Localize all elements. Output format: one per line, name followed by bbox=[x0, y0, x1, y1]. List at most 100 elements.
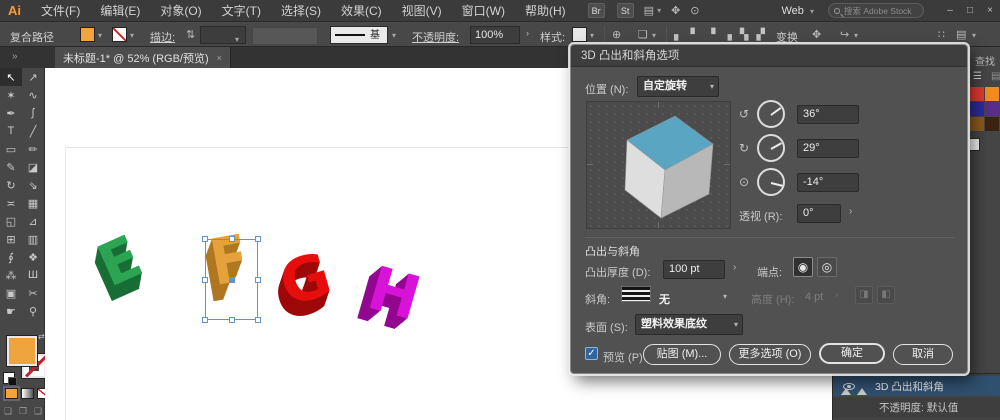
bevel-value[interactable]: 无 bbox=[659, 291, 670, 307]
align-icon[interactable]: ▘ bbox=[690, 28, 698, 41]
fill-proxy[interactable] bbox=[7, 336, 37, 366]
chevron-down-icon[interactable]: ▾ bbox=[723, 292, 727, 301]
stroke-color-swatch[interactable] bbox=[112, 27, 127, 42]
direct-selection-tool[interactable]: ↗ bbox=[22, 68, 44, 86]
disclosure-triangle[interactable] bbox=[841, 388, 851, 395]
paintbrush-tool[interactable]: ✏ bbox=[22, 140, 44, 158]
menu-item[interactable]: 视图(V) bbox=[392, 4, 452, 18]
swatch[interactable] bbox=[985, 87, 999, 101]
hand-tool[interactable]: ☛ bbox=[0, 302, 22, 320]
cube-preview[interactable] bbox=[587, 102, 732, 228]
blend-tool[interactable]: ❖ bbox=[22, 248, 44, 266]
stroke-stepper[interactable]: ⇅ bbox=[186, 28, 195, 41]
list-view-icon[interactable]: ☰ bbox=[973, 71, 982, 82]
align-icon[interactable]: ▗ bbox=[723, 28, 731, 41]
search-input[interactable]: 搜索 Adobe Stock bbox=[828, 3, 924, 18]
menu-item[interactable]: 窗口(W) bbox=[452, 4, 515, 18]
curvature-tool[interactable]: ∫ bbox=[22, 104, 44, 122]
align-icon[interactable]: ▞ bbox=[756, 28, 764, 41]
swatch[interactable] bbox=[970, 87, 984, 101]
z-rotation-field[interactable]: -14° bbox=[797, 173, 859, 192]
swatch[interactable] bbox=[985, 117, 999, 131]
type-tool[interactable]: T bbox=[0, 122, 22, 140]
letter-E[interactable]: E bbox=[90, 226, 150, 295]
zoom-tool[interactable]: ⚲ bbox=[22, 302, 44, 320]
swatch[interactable] bbox=[970, 102, 984, 116]
map-art-button[interactable]: 贴图 (M)... bbox=[643, 344, 721, 365]
selection-handle[interactable] bbox=[202, 317, 208, 323]
selection-handle[interactable] bbox=[229, 236, 235, 242]
cap-on-button[interactable]: ◉ bbox=[793, 257, 813, 277]
touch-workspace-icon[interactable]: ✥ bbox=[671, 4, 680, 17]
default-fill-stroke-icon[interactable] bbox=[3, 372, 15, 384]
selection-handle[interactable] bbox=[255, 236, 261, 242]
line-tool[interactable]: ╱ bbox=[22, 122, 44, 140]
swatch-white[interactable] bbox=[969, 138, 980, 151]
swatch[interactable] bbox=[970, 117, 984, 131]
bridge-button[interactable]: Br bbox=[588, 3, 605, 18]
gradient-tool[interactable]: ▥ bbox=[22, 230, 44, 248]
selection-bounding-box[interactable] bbox=[205, 239, 258, 320]
menu-item[interactable]: 文字(T) bbox=[212, 4, 271, 18]
menu-item[interactable]: 对象(O) bbox=[150, 4, 211, 18]
letter-G[interactable]: G bbox=[274, 244, 338, 315]
ok-button[interactable]: 确定 bbox=[819, 343, 885, 364]
position-select[interactable]: 自定旋转▾ bbox=[637, 76, 719, 97]
rotate-tool[interactable]: ↻ bbox=[0, 176, 22, 194]
x-rotation-field[interactable]: 36° bbox=[797, 105, 859, 124]
draw-behind-icon[interactable]: ❐ bbox=[19, 406, 27, 417]
disclosure-triangle[interactable] bbox=[857, 388, 867, 395]
eraser-tool[interactable]: ◪ bbox=[22, 158, 44, 176]
close-button[interactable]: × bbox=[980, 5, 1000, 16]
minimize-button[interactable]: – bbox=[940, 5, 960, 16]
gradient-button[interactable] bbox=[21, 388, 34, 399]
free-transform-tool[interactable]: ▦ bbox=[22, 194, 44, 212]
document-setup-icon[interactable]: ⊕ bbox=[612, 28, 621, 41]
opacity-field[interactable]: 100% bbox=[470, 26, 520, 44]
menu-item[interactable]: 选择(S) bbox=[271, 4, 331, 18]
arrange-documents-icon[interactable]: ▤ bbox=[644, 4, 654, 17]
selection-handle[interactable] bbox=[202, 277, 208, 283]
panel-cycle-icon[interactable]: ▤ bbox=[956, 28, 966, 41]
dialog-title[interactable]: 3D 凸出和斜角选项 bbox=[571, 45, 967, 67]
width-tool[interactable]: ≍ bbox=[0, 194, 22, 212]
draw-normal-icon[interactable]: ❏ bbox=[4, 406, 12, 417]
fill-color-swatch[interactable] bbox=[80, 27, 95, 42]
menu-item[interactable]: 编辑(E) bbox=[90, 4, 150, 18]
document-tab[interactable]: 未标题-1* @ 52% (RGB/预览) × bbox=[55, 47, 231, 68]
toolbar-collapse-icon[interactable]: » bbox=[12, 51, 18, 62]
align-icon[interactable]: ▝ bbox=[707, 28, 715, 41]
menu-item[interactable]: 效果(C) bbox=[331, 4, 392, 18]
perspective-grid-tool[interactable]: ⊿ bbox=[22, 212, 44, 230]
opacity-label[interactable]: 不透明度: bbox=[412, 29, 459, 45]
graphic-style-swatch[interactable] bbox=[572, 27, 587, 42]
draw-inside-icon[interactable]: ❑ bbox=[34, 406, 42, 417]
cancel-button[interactable]: 取消 bbox=[893, 344, 953, 365]
shape-builder-tool[interactable]: ◱ bbox=[0, 212, 22, 230]
grid-dots-icon[interactable]: ∷ bbox=[938, 28, 945, 41]
more-options-button[interactable]: 更多选项 (O) bbox=[729, 344, 811, 365]
brush-definition-select[interactable] bbox=[252, 27, 318, 45]
rectangle-tool[interactable]: ▭ bbox=[0, 140, 22, 158]
perspective-field[interactable]: 0° bbox=[797, 204, 841, 223]
letter-H[interactable]: H bbox=[362, 258, 427, 330]
appearance-row-opacity[interactable]: 不透明度: 默认值 bbox=[833, 398, 1000, 417]
symbol-sprayer-tool[interactable]: ⁂ bbox=[0, 266, 22, 284]
stroke-weight-select[interactable]: ▾ bbox=[200, 26, 246, 44]
variable-width-profile[interactable]: 基本 bbox=[330, 26, 388, 44]
swatch[interactable] bbox=[985, 102, 999, 116]
close-tab-icon[interactable]: × bbox=[217, 53, 222, 63]
workspace-switcher[interactable]: Web ▾ bbox=[782, 5, 815, 17]
stroke-weight-label[interactable]: 描边: bbox=[150, 29, 175, 45]
y-rotation-field[interactable]: 29° bbox=[797, 139, 859, 158]
shaper-tool[interactable]: ✎ bbox=[0, 158, 22, 176]
slice-tool[interactable]: ✂ bbox=[22, 284, 44, 302]
chevron-down-icon[interactable]: ▾ bbox=[657, 6, 661, 15]
surface-select[interactable]: 塑料效果底纹▾ bbox=[635, 314, 743, 335]
selection-handle[interactable] bbox=[202, 236, 208, 242]
selection-handle[interactable] bbox=[255, 277, 261, 283]
y-rotation-dial[interactable] bbox=[757, 134, 785, 162]
pen-tool[interactable]: ✒ bbox=[0, 104, 22, 122]
rotation-track-cube[interactable] bbox=[586, 101, 731, 229]
align-icon[interactable]: ▚ bbox=[740, 28, 748, 41]
